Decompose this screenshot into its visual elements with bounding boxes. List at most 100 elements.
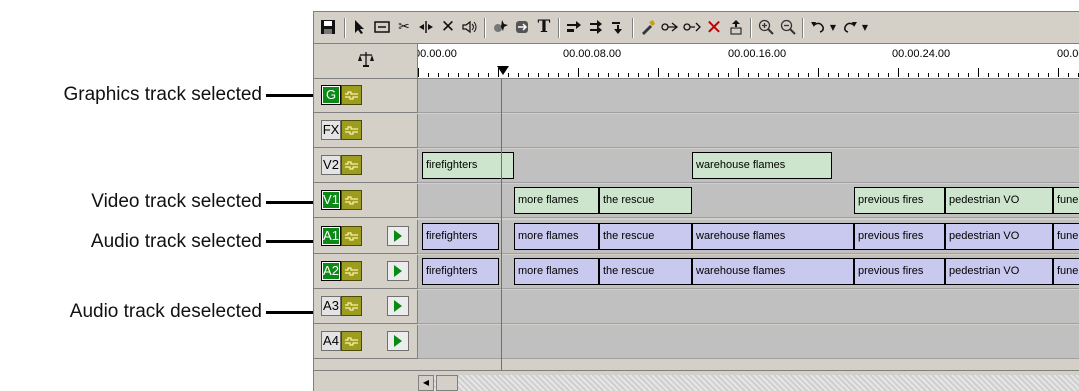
- track-select-button[interactable]: G: [321, 85, 341, 105]
- ruler-tick: [978, 68, 979, 77]
- waveform-toggle-icon[interactable]: [341, 155, 362, 175]
- track-select-button[interactable]: A1: [321, 226, 341, 246]
- ruler-tick: [568, 73, 569, 77]
- ruler-tick: [538, 73, 539, 77]
- ruler-tick: [698, 73, 699, 77]
- zoom-in-icon[interactable]: [756, 17, 776, 37]
- timeline-clip[interactable]: pedestrian VO: [945, 223, 1053, 250]
- delete-gap-icon[interactable]: ✕: [438, 17, 458, 37]
- audio-play-button[interactable]: [387, 331, 409, 351]
- timeline-clip[interactable]: firefighters: [422, 152, 505, 179]
- razor-icon[interactable]: ✂: [394, 17, 414, 37]
- timeline-clip[interactable]: the rescue: [599, 223, 692, 250]
- track-lane[interactable]: [418, 290, 1079, 324]
- effects-icon[interactable]: [490, 17, 510, 37]
- waveform-toggle-icon[interactable]: [341, 120, 362, 140]
- ruler-tick: [468, 73, 469, 77]
- timeline-clip[interactable]: pedestrian VO: [945, 258, 1053, 285]
- timeline-clip[interactable]: more flames: [514, 258, 599, 285]
- audio-play-button[interactable]: [387, 296, 409, 316]
- track-lane[interactable]: firefighters more flames the rescue warehou…: [418, 220, 1079, 254]
- scroll-left-arrow-icon[interactable]: ◀: [418, 375, 434, 391]
- timeline-clip[interactable]: previous fires: [854, 187, 945, 214]
- timeline-clip-tail[interactable]: [501, 152, 514, 179]
- playhead-marker[interactable]: [497, 66, 509, 75]
- track-header: V1: [314, 184, 418, 218]
- scrollbar-track[interactable]: [418, 375, 1079, 391]
- undo-icon[interactable]: [808, 17, 828, 37]
- playhead-line: [501, 79, 502, 370]
- horizontal-scrollbar[interactable]: ◀: [314, 370, 1079, 391]
- track-select-button[interactable]: A2: [321, 261, 341, 281]
- waveform-toggle-icon[interactable]: [341, 331, 362, 351]
- save-icon[interactable]: [318, 17, 338, 37]
- timeline-clip[interactable]: pedestrian VO: [945, 187, 1053, 214]
- scale-balance-icon[interactable]: [357, 50, 375, 73]
- track-select-button[interactable]: FX: [321, 120, 341, 140]
- play-icon: [394, 265, 402, 277]
- ruler-tick: [858, 73, 859, 77]
- track-lane[interactable]: more flames the rescue previous fires pedes…: [418, 184, 1079, 218]
- scrollbar-thumb[interactable]: [436, 375, 458, 391]
- timeline-clip[interactable]: funeral: [1053, 223, 1079, 250]
- time-ruler[interactable]: 00.00.00 00.00.08.00 00.00.16.00 00.00.2…: [418, 44, 1079, 79]
- callout-video-track-selected: Video track selected: [91, 191, 262, 212]
- timeline-clip[interactable]: firefighters: [422, 258, 499, 285]
- zoom-out-icon[interactable]: [778, 17, 798, 37]
- track-select-button[interactable]: A3: [321, 296, 341, 316]
- timeline-clip[interactable]: warehouse flames: [692, 223, 854, 250]
- timeline-clip[interactable]: previous fires: [854, 223, 945, 250]
- audio-play-button[interactable]: [387, 226, 409, 246]
- track-lane[interactable]: firefighters more flames the rescue warehou…: [418, 255, 1079, 289]
- audio-mute-icon[interactable]: [460, 17, 480, 37]
- track-lane[interactable]: firefighters warehouse flames: [418, 149, 1079, 183]
- timeline-clip[interactable]: warehouse flames: [692, 152, 832, 179]
- transition-icon[interactable]: [512, 17, 532, 37]
- title-tool-icon[interactable]: T: [534, 17, 554, 37]
- timeline-clip[interactable]: more flames: [514, 187, 599, 214]
- split-icon[interactable]: [416, 17, 436, 37]
- ruler-tick: [618, 73, 619, 77]
- track-lane[interactable]: [418, 79, 1079, 113]
- timeline-clip[interactable]: funeral: [1053, 187, 1079, 214]
- timeline-clip[interactable]: more flames: [514, 223, 599, 250]
- ripple-both-icon[interactable]: [586, 17, 606, 37]
- track-lane[interactable]: [418, 114, 1079, 148]
- waveform-toggle-icon[interactable]: [341, 261, 362, 281]
- timeline-clip[interactable]: funeral: [1053, 258, 1079, 285]
- track-select-button[interactable]: V1: [321, 190, 341, 210]
- track-select-button[interactable]: A4: [321, 331, 341, 351]
- waveform-toggle-icon[interactable]: [341, 296, 362, 316]
- ruler-tick: [638, 73, 639, 77]
- ripple-down-icon[interactable]: [608, 17, 628, 37]
- unlink-icon[interactable]: [682, 17, 702, 37]
- ruler-tick: [1048, 73, 1049, 77]
- ruler-tick: [848, 73, 849, 77]
- ripple-right-icon[interactable]: [564, 17, 584, 37]
- redo-dropdown-icon[interactable]: ▼: [858, 17, 872, 37]
- waveform-toggle-icon[interactable]: [341, 85, 362, 105]
- ruler-tick: [768, 73, 769, 77]
- timeline-clip[interactable]: warehouse flames: [692, 258, 854, 285]
- arrow-select-icon[interactable]: [350, 17, 370, 37]
- link-icon[interactable]: [660, 17, 680, 37]
- redo-icon[interactable]: [840, 17, 860, 37]
- lift-icon[interactable]: [726, 17, 746, 37]
- undo-dropdown-icon[interactable]: ▼: [826, 17, 840, 37]
- timeline-clip[interactable]: the rescue: [599, 258, 692, 285]
- waveform-toggle-icon[interactable]: [341, 226, 362, 246]
- ruler-tick: [588, 73, 589, 77]
- timeline-clip[interactable]: previous fires: [854, 258, 945, 285]
- ruler-tick: [928, 73, 929, 77]
- audio-play-button[interactable]: [387, 261, 409, 281]
- callout-leader-line: [266, 94, 313, 97]
- waveform-toggle-icon[interactable]: [341, 190, 362, 210]
- fix-icon[interactable]: [638, 17, 658, 37]
- track-select-button[interactable]: V2: [321, 155, 341, 175]
- delete-x-icon[interactable]: ✕: [704, 15, 724, 39]
- timeline-clip[interactable]: the rescue: [599, 187, 692, 214]
- trim-icon[interactable]: [372, 17, 392, 37]
- timeline-clip[interactable]: firefighters: [422, 223, 499, 250]
- ruler-tick: [878, 73, 879, 77]
- track-lane[interactable]: [418, 325, 1079, 359]
